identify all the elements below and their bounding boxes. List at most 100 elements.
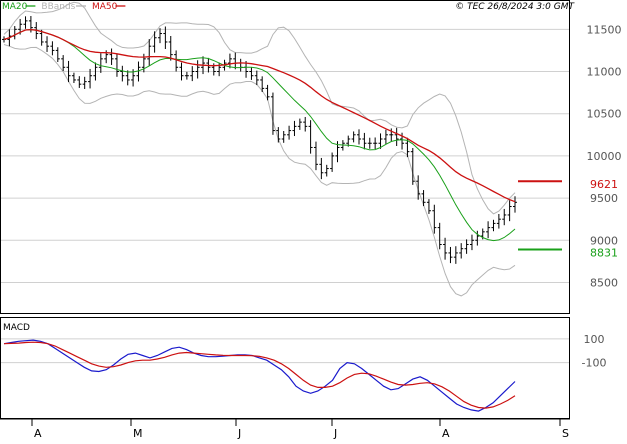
- copyright-label: © TEC 26/8/2024 3:0 GMT: [455, 2, 575, 12]
- ohlc-bar: [496, 213, 501, 229]
- x-tick-label: J: [237, 427, 241, 440]
- ohlc-bar: [195, 60, 200, 79]
- ohlc-bar: [114, 53, 119, 77]
- chart-svg: 8500 9000 9500 10000 10500 11000 11500 9621 883…: [0, 0, 622, 440]
- ohlc-bar: [281, 130, 286, 143]
- x-axis-ticks: AMJJAS: [31, 419, 569, 440]
- x-tick-label: M: [133, 427, 143, 440]
- macd-line: [3, 339, 516, 412]
- ohlc-bar: [437, 222, 442, 250]
- x-tick-label: J: [333, 427, 337, 440]
- ohlc-bar: [125, 70, 130, 86]
- price-panel: 8500 9000 9500 10000 10500 11000 11500 9621 883…: [0, 0, 622, 314]
- ohlc-bar: [190, 66, 195, 82]
- ohlc-bar: [297, 118, 302, 130]
- ohlc-bars: [2, 16, 517, 264]
- price-panel-frame: [0, 0, 570, 314]
- macd-title: MACD: [3, 323, 30, 333]
- ohlc-bar: [82, 76, 87, 89]
- x-axis: AMJJAS: [0, 418, 570, 440]
- ohlc-bar: [491, 219, 496, 232]
- ohlc-bar: [168, 36, 173, 61]
- ohlc-bar: [120, 65, 125, 82]
- macd-y-labels: 100 -100: [582, 333, 607, 370]
- y-tick-label: 10500: [587, 108, 622, 121]
- ohlc-bar: [394, 127, 399, 146]
- ohlc-bar: [109, 48, 114, 65]
- ma20-line: [3, 29, 516, 242]
- bollinger-upper: [3, 1, 516, 215]
- ohlc-bar: [12, 26, 17, 40]
- ohlc-bar: [443, 237, 448, 260]
- ohlc-bar: [98, 53, 103, 73]
- ohlc-bar: [254, 70, 259, 86]
- price-markers: 9621 8831: [518, 178, 618, 260]
- ohlc-bar: [367, 137, 372, 149]
- price-marker-label: 9621: [590, 178, 618, 191]
- ohlc-bar: [174, 50, 179, 72]
- ohlc-bar: [238, 58, 243, 72]
- y-tick-label: 11000: [587, 66, 622, 79]
- ohlc-bar: [362, 132, 367, 150]
- ohlc-bar: [486, 221, 491, 239]
- macd-panel: 100 -100 MACD: [0, 317, 607, 419]
- ohlc-bar: [410, 148, 415, 185]
- ohlc-bar: [265, 84, 270, 101]
- ma50-line: [3, 28, 516, 203]
- ohlc-bar: [319, 157, 324, 180]
- ohlc-bar: [432, 204, 437, 234]
- macd-signal-line: [3, 341, 516, 409]
- ohlc-bar: [77, 76, 82, 88]
- ohlc-bar: [416, 175, 421, 200]
- ohlc-bar: [55, 47, 60, 63]
- ohlc-bar: [292, 120, 297, 137]
- ohlc-bar: [233, 52, 238, 70]
- ohlc-bar: [464, 239, 469, 254]
- ohlc-bar: [163, 26, 168, 50]
- y-tick-label: 8500: [590, 276, 618, 289]
- macd-y-tick-label: -100: [582, 357, 607, 370]
- ohlc-bar: [50, 41, 55, 56]
- ohlc-bar: [324, 164, 329, 177]
- ohlc-bar: [184, 71, 189, 80]
- y-tick-label: 11500: [587, 23, 622, 36]
- ohlc-bar: [71, 72, 76, 84]
- macd-y-tick-label: 100: [584, 333, 605, 346]
- macd-lines: [3, 339, 516, 412]
- ohlc-bar: [45, 36, 50, 52]
- ohlc-bar: [453, 246, 458, 264]
- legend-label: MA20: [2, 2, 28, 12]
- y-tick-label: 9000: [590, 234, 618, 247]
- ohlc-bar: [502, 208, 507, 226]
- ohlc-bar: [147, 39, 152, 66]
- ohlc-bar: [513, 196, 517, 213]
- y-tick-label: 9500: [590, 192, 618, 205]
- legend: MA20 BBands MA50: [2, 2, 126, 12]
- chart-container: 8500 9000 9500 10000 10500 11000 11500 9621 883…: [0, 0, 627, 440]
- ohlc-bar: [426, 199, 431, 214]
- macd-grid: [1, 338, 569, 364]
- ohlc-bar: [23, 16, 28, 29]
- ohlc-bar: [469, 234, 474, 251]
- ohlc-bar: [287, 125, 292, 140]
- ohlc-bar: [357, 129, 362, 145]
- moving-averages: [3, 28, 516, 242]
- ohlc-bar: [303, 116, 308, 132]
- x-tick-label: A: [34, 427, 42, 440]
- x-tick-label: A: [442, 427, 450, 440]
- bollinger-bands: [3, 1, 516, 297]
- ohlc-bar: [308, 120, 313, 154]
- bollinger-lower: [3, 44, 516, 297]
- price-marker-label: 8831: [590, 247, 618, 260]
- price-grid: [1, 28, 569, 283]
- ohlc-bar: [61, 55, 66, 72]
- ohlc-bar: [507, 200, 512, 222]
- ohlc-bar: [383, 129, 388, 145]
- ohlc-bar: [249, 67, 254, 80]
- legend-label: BBands: [41, 2, 75, 12]
- y-tick-label: 10000: [587, 150, 622, 163]
- x-tick-label: S: [562, 427, 569, 440]
- ohlc-bar: [448, 246, 453, 264]
- legend-label: MA50: [92, 2, 118, 12]
- ohlc-bar: [373, 137, 378, 149]
